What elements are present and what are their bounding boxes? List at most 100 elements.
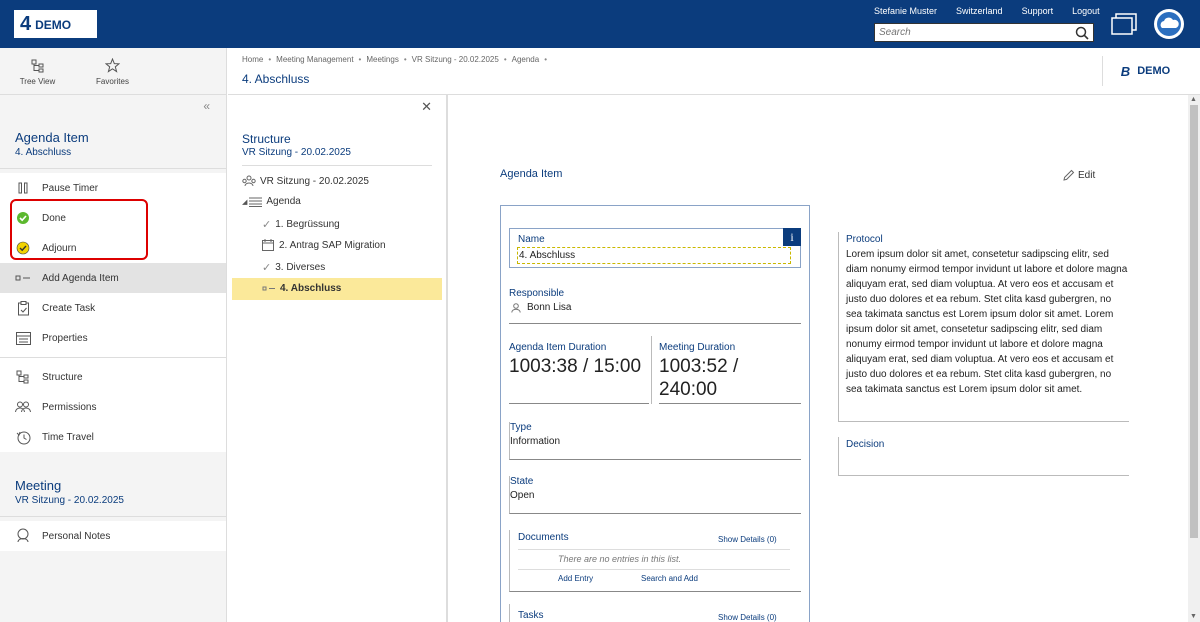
scrollbar-thumb[interactable]: [1190, 105, 1198, 538]
done-check-icon: [15, 210, 31, 226]
tree-view-label: Tree View: [19, 77, 56, 86]
tree-node-item-3[interactable]: ✓ 3. Diverses: [262, 261, 325, 274]
breadcrumb-bar: Home • Meeting Management • Meetings • VR S…: [228, 48, 1200, 95]
duration-divider: [651, 336, 652, 404]
close-icon[interactable]: ✕: [421, 99, 432, 115]
personal-notes-label: Personal Notes: [42, 530, 111, 542]
breadcrumb-agenda[interactable]: Agenda: [512, 55, 540, 64]
meeting-duration-field: Meeting Duration 1003:52 / 240:00: [659, 342, 801, 404]
structure-subtitle: VR Sitzung - 20.02.2025: [242, 147, 351, 158]
time-travel-item[interactable]: Time Travel: [0, 422, 226, 452]
tree-view-button[interactable]: Tree View: [0, 48, 75, 94]
edit-button[interactable]: Edit: [1063, 169, 1095, 181]
create-task-item[interactable]: Create Task: [0, 293, 226, 323]
info-icon[interactable]: i: [783, 228, 801, 246]
structure-item[interactable]: Structure: [0, 362, 226, 392]
agenda-actions-list: Pause Timer Done Adjourn Add Agenda Item…: [0, 173, 226, 452]
create-task-label: Create Task: [42, 302, 96, 314]
app-logo[interactable]: 4 DEMO: [14, 10, 97, 38]
region-link[interactable]: Switzerland: [956, 6, 1003, 16]
person-icon: [511, 302, 521, 313]
decision-label: Decision: [846, 439, 885, 450]
responsible-value-row: Bonn Lisa: [509, 302, 801, 313]
search-and-add-link[interactable]: Search and Add: [641, 574, 698, 583]
breadcrumb-home[interactable]: Home: [242, 55, 263, 64]
top-links: Stefanie Muster Switzerland Support Logo…: [874, 6, 1119, 16]
star-icon: [105, 58, 120, 73]
user-name-link[interactable]: Stefanie Muster: [874, 6, 937, 16]
tree-expand-icon[interactable]: ◢: [242, 198, 247, 206]
collapse-row: «: [0, 95, 226, 118]
cloud-profile-icon[interactable]: [1152, 7, 1186, 41]
adjourn-check-icon: [15, 240, 31, 256]
detail-content: Agenda Item Edit Name i Responsible Bonn…: [450, 95, 1188, 622]
search-icon[interactable]: [1075, 26, 1089, 40]
tasks-label: Tasks: [518, 610, 544, 621]
left-sidebar: Tree View Favorites « Agenda Item 4. Abs…: [0, 48, 227, 622]
type-label: Type: [510, 422, 532, 433]
meeting-section: Meeting VR Sitzung - 20.02.2025: [0, 456, 226, 517]
properties-item[interactable]: Properties: [0, 323, 226, 353]
clipboard-icon: [15, 300, 31, 316]
meeting-duration-label: Meeting Duration: [659, 342, 736, 353]
vertical-scrollbar[interactable]: ▲ ▼: [1188, 95, 1200, 622]
responsible-value[interactable]: Bonn Lisa: [527, 302, 571, 313]
tree-node-item-4[interactable]: 4. Abschluss: [262, 283, 341, 294]
tasks-show-details-link[interactable]: Show Details (0): [718, 613, 777, 622]
responsible-label: Responsible: [509, 288, 565, 299]
agenda-item-section-title: Agenda Item: [15, 130, 89, 145]
search-input[interactable]: [875, 24, 1075, 41]
tree-node-item-2[interactable]: 2. Antrag SAP Migration: [262, 239, 386, 251]
protocol-field[interactable]: Protocol Lorem ipsum dolor sit amet, con…: [838, 232, 1129, 422]
personal-notes-icon: [15, 528, 31, 544]
breadcrumb-separator: •: [544, 55, 548, 64]
time-travel-label: Time Travel: [42, 431, 94, 443]
documents-empty-message: There are no entries in this list.: [558, 554, 682, 564]
adjourn-item[interactable]: Adjourn: [0, 233, 226, 263]
calendar-icon: [262, 239, 274, 251]
collapse-sidebar-icon[interactable]: «: [203, 99, 210, 113]
top-header: 4 DEMO Stefanie Muster Switzerland Suppo…: [0, 0, 1200, 48]
structure-tree-icon: [15, 369, 31, 385]
breadcrumb-separator: •: [268, 55, 272, 64]
agenda-item-duration-value: 1003:38 / 15:00: [509, 356, 642, 377]
done-item[interactable]: Done: [0, 203, 226, 233]
windows-icon[interactable]: [1110, 12, 1138, 36]
breadcrumb-meeting[interactable]: VR Sitzung - 20.02.2025: [412, 55, 499, 64]
tree-node-meeting[interactable]: VR Sitzung - 20.02.2025: [242, 175, 369, 187]
logo-text: DEMO: [35, 18, 72, 32]
name-input[interactable]: [517, 247, 791, 264]
tree-node-agenda-label: Agenda: [266, 196, 301, 207]
breadcrumb-meeting-management[interactable]: Meeting Management: [276, 55, 353, 64]
pause-icon: [15, 180, 31, 196]
scroll-down-icon[interactable]: ▼: [1190, 613, 1197, 620]
agenda-item-card: Name i Responsible Bonn Lisa Agenda Item…: [500, 205, 810, 622]
search-box: [874, 23, 1094, 42]
page-title: 4. Abschluss: [242, 72, 310, 86]
add-agenda-item[interactable]: Add Agenda Item: [0, 263, 226, 293]
agenda-item-section-subtitle: 4. Abschluss: [15, 147, 72, 158]
adjourn-label: Adjourn: [42, 242, 77, 254]
permissions-item[interactable]: Permissions: [0, 392, 226, 422]
pencil-icon: [1063, 169, 1075, 181]
add-entry-link[interactable]: Add Entry: [558, 574, 593, 583]
tree-node-item-1[interactable]: ✓ 1. Begrüssung: [262, 218, 340, 231]
scroll-up-icon[interactable]: ▲: [1190, 96, 1197, 103]
tool-row: Tree View Favorites: [0, 48, 226, 95]
breadcrumb-meetings[interactable]: Meetings: [366, 55, 398, 64]
tree-node-agenda[interactable]: ◢ Agenda: [242, 196, 301, 207]
documents-footer-divider: [518, 569, 790, 570]
logout-link[interactable]: Logout: [1072, 6, 1100, 16]
agenda-item-section: Agenda Item 4. Abschluss: [0, 118, 226, 169]
nav-divider: [0, 357, 226, 358]
logo-mark: 4: [20, 13, 32, 35]
pause-timer-item[interactable]: Pause Timer: [0, 173, 226, 203]
documents-show-details-link[interactable]: Show Details (0): [718, 535, 777, 544]
favorites-button[interactable]: Favorites: [75, 48, 150, 94]
pause-timer-label: Pause Timer: [42, 182, 99, 194]
breadcrumb-separator: •: [503, 55, 507, 64]
users-icon: [15, 399, 31, 415]
support-link[interactable]: Support: [1022, 6, 1054, 16]
personal-notes-item[interactable]: Personal Notes: [0, 521, 226, 551]
decision-field[interactable]: Decision: [838, 437, 1129, 476]
